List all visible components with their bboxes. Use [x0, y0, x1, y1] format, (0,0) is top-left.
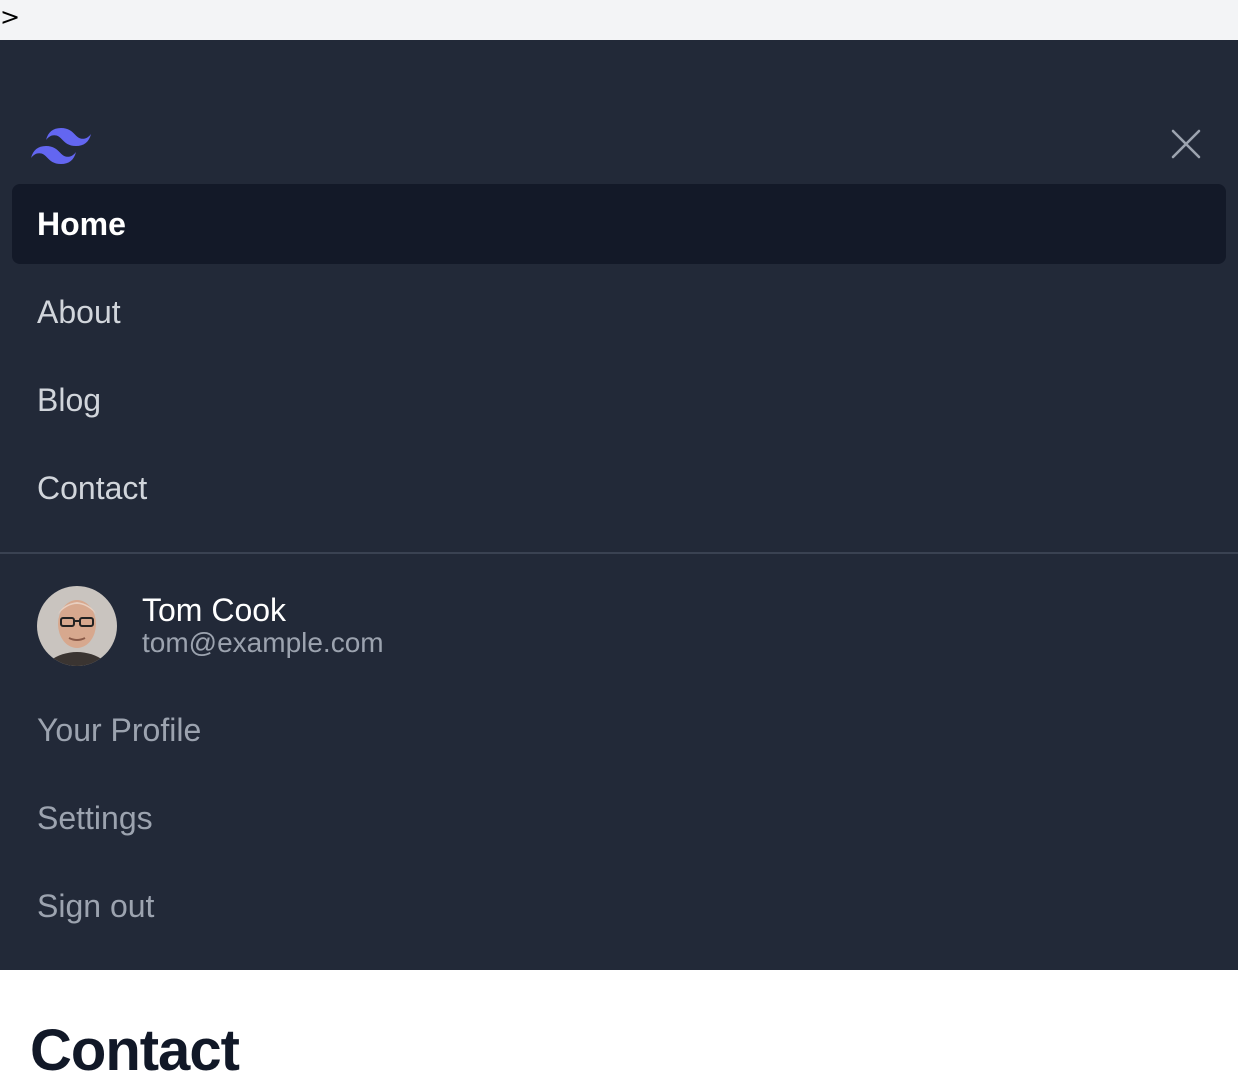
main-nav: Home About Blog Contact — [0, 184, 1238, 528]
nav-item-about[interactable]: About — [12, 272, 1226, 352]
menu-header — [0, 40, 1238, 184]
mobile-menu-panel: Home About Blog Contact Tom Cook tom@exa… — [0, 40, 1238, 970]
user-email: tom@example.com — [142, 627, 384, 658]
tailwind-logo-icon[interactable] — [30, 124, 92, 164]
close-icon — [1171, 129, 1201, 159]
your-profile-link[interactable]: Your Profile — [12, 690, 1226, 770]
close-menu-button[interactable] — [1162, 120, 1210, 168]
nav-item-home[interactable]: Home — [12, 184, 1226, 264]
top-strip: > — [0, 0, 1238, 40]
stray-text: > — [0, 3, 21, 31]
user-menu: Your Profile Settings Sign out — [12, 690, 1226, 954]
sign-out-link[interactable]: Sign out — [12, 866, 1226, 946]
settings-link[interactable]: Settings — [12, 778, 1226, 858]
avatar — [37, 586, 117, 666]
page-title: Contact — [30, 1018, 240, 1083]
nav-item-blog[interactable]: Blog — [12, 360, 1226, 440]
user-name: Tom Cook — [142, 592, 287, 628]
user-text: Tom Cook tom@example.com — [142, 594, 384, 658]
user-info: Tom Cook tom@example.com — [37, 586, 384, 666]
nav-item-contact[interactable]: Contact — [12, 448, 1226, 528]
menu-divider — [0, 552, 1238, 554]
